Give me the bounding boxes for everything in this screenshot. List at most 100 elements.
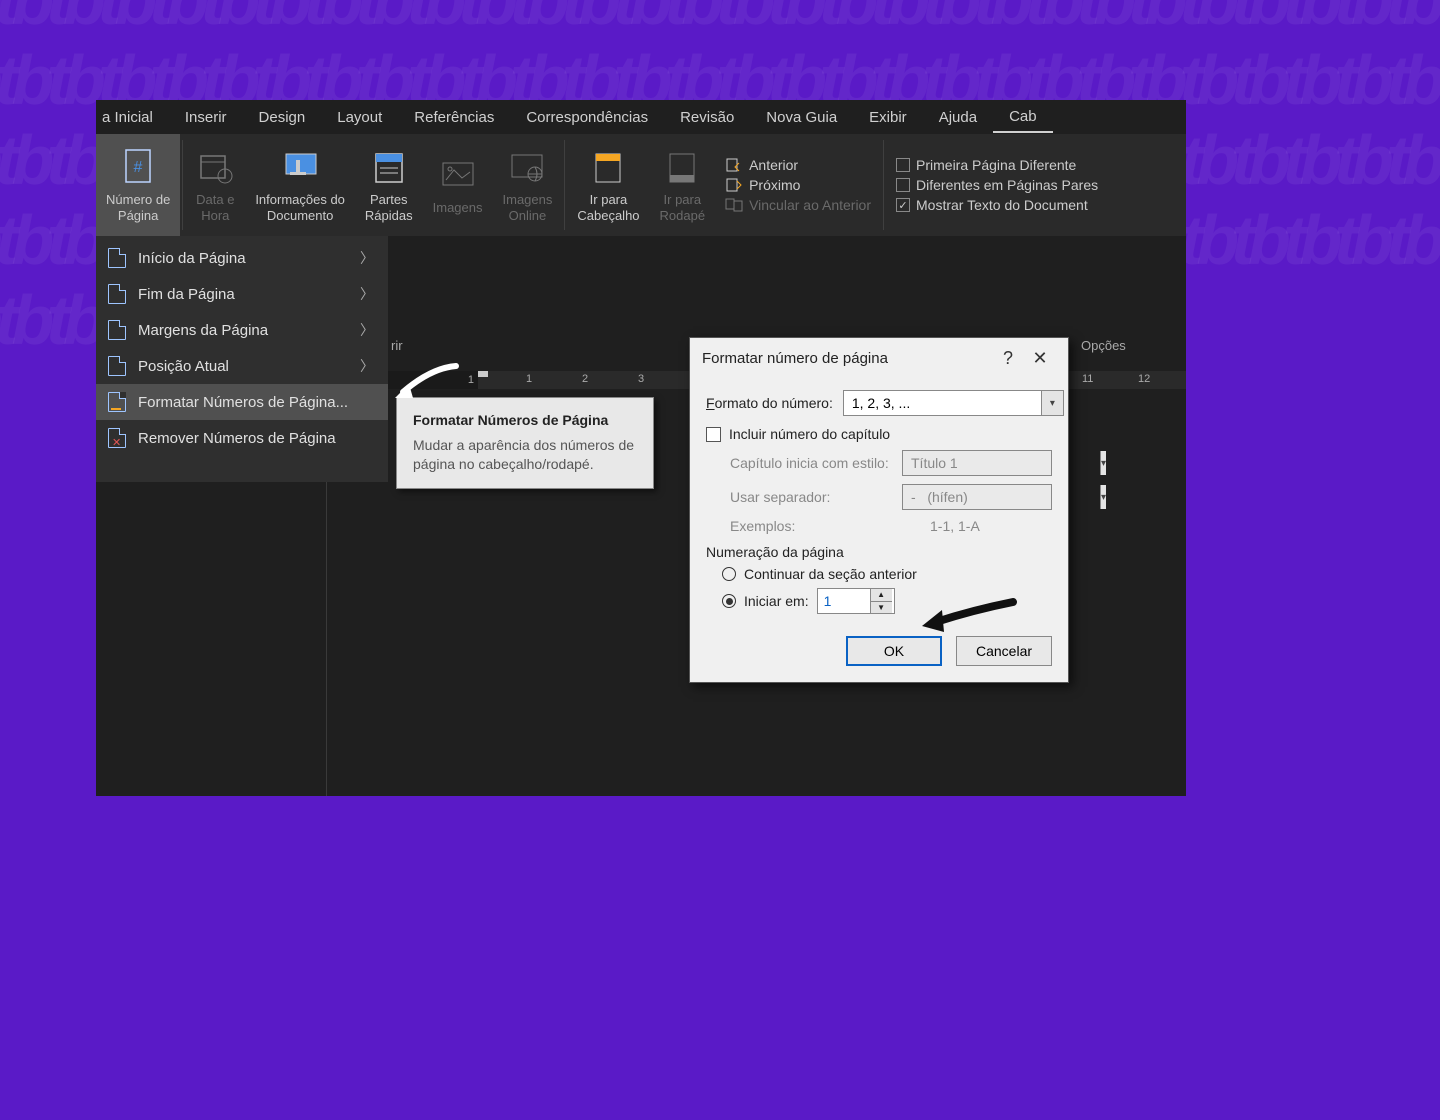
annotation-arrow-black <box>918 592 1018 642</box>
formato-input[interactable] <box>844 395 1041 411</box>
menu-formatar-numeros[interactable]: Formatar Números de Página... <box>96 384 388 420</box>
tab-exibir[interactable]: Exibir <box>853 103 923 132</box>
tab-layout[interactable]: Layout <box>321 103 398 132</box>
menu-posicao-label: Posição Atual <box>138 358 229 375</box>
btn-ir-rodape[interactable]: Ir para Rodapé <box>650 134 716 236</box>
btn-imagens[interactable]: Imagens <box>423 134 493 236</box>
radio-off-icon <box>722 567 736 581</box>
annotation-arrow-white <box>391 358 461 408</box>
incluir-capitulo-checkbox[interactable]: Incluir número do capítulo Incluir númer… <box>706 426 1052 442</box>
tooltip-title: Formatar Números de Página <box>413 412 637 428</box>
menu-margens-pagina[interactable]: Margens da Página 〉 <box>96 312 388 348</box>
menu-remover-label: Remover Números de Página <box>138 430 336 447</box>
tab-ajuda[interactable]: Ajuda <box>923 103 993 132</box>
help-button[interactable]: ? <box>992 348 1024 369</box>
ruler-11: 11 <box>1082 373 1093 385</box>
incluir-label: Incluir número do capítulo <box>729 426 890 442</box>
btn-info-documento-label: Informações do Documento <box>255 192 345 224</box>
menu-inicio-pagina[interactable]: Início da Página 〉 <box>96 240 388 276</box>
btn-vincular[interactable]: Vincular ao Anterior <box>725 197 871 213</box>
radio-continuar[interactable]: Continuar da seção anterior Continuar da… <box>722 566 1052 582</box>
spin-down-icon[interactable]: ▼ <box>871 602 892 614</box>
btn-partes-rapidas-label: Partes Rápidas <box>365 192 413 224</box>
chevron-down-icon[interactable]: ▾ <box>1041 391 1063 415</box>
menu-inicio-label: Início da Página <box>138 250 246 267</box>
chevron-right-icon: 〉 <box>360 284 374 304</box>
chevron-down-icon: ▾ <box>1100 485 1106 509</box>
exemplos-label: Exemplos: <box>730 518 920 534</box>
word-window: a Inicial Inserir Design Layout Referênc… <box>96 100 1186 796</box>
difpares-label: Diferentes em Páginas Pares <box>916 177 1098 193</box>
checkbox-icon <box>896 158 910 172</box>
page-number-dropdown: Início da Página 〉 Fim da Página 〉 Marge… <box>96 236 388 482</box>
capitulo-input <box>903 455 1100 471</box>
tab-referencias[interactable]: Referências <box>398 103 510 132</box>
proximo-label: Próximo <box>749 177 800 193</box>
iniciar-input[interactable] <box>818 589 870 613</box>
page-bottom-icon <box>108 284 126 304</box>
btn-partes-rapidas[interactable]: Partes Rápidas <box>355 134 423 236</box>
formato-combo[interactable]: ▾ <box>843 390 1064 416</box>
tab-design[interactable]: Design <box>243 103 322 132</box>
checkbox-icon <box>896 178 910 192</box>
calendar-clock-icon <box>195 148 235 188</box>
online-pictures-icon <box>507 148 547 188</box>
radio-on-icon <box>722 594 736 608</box>
continuar-label: Continuar da seção anterior <box>744 566 917 582</box>
btn-data-hora[interactable]: Data e Hora <box>185 134 245 236</box>
vincular-label: Vincular ao Anterior <box>749 197 871 213</box>
btn-imagens-label: Imagens <box>433 200 483 216</box>
btn-numero-pagina-label: Número de Página <box>106 192 170 224</box>
chk-diferentes-pares[interactable]: Diferentes em Páginas Pares <box>896 177 1098 193</box>
ruler-indent-marker[interactable] <box>478 371 488 377</box>
tab-inicial[interactable]: a Inicial <box>98 103 169 132</box>
page-top-icon <box>108 248 126 268</box>
btn-numero-pagina[interactable]: # Número de Página <box>96 134 180 236</box>
ruler-1: 1 <box>526 373 532 385</box>
dialog-title: Formatar número de página <box>702 350 992 367</box>
btn-ir-cabecalho-label: Ir para Cabeçalho <box>577 192 639 224</box>
goto-footer-icon <box>662 148 702 188</box>
tab-inserir[interactable]: Inserir <box>169 103 243 132</box>
link-previous-icon <box>725 197 743 213</box>
menu-fim-pagina[interactable]: Fim da Página 〉 <box>96 276 388 312</box>
chevron-right-icon: 〉 <box>360 248 374 268</box>
ribbon: # Número de Página Data e Hora Informaçõ… <box>96 134 1186 236</box>
capitulo-combo: ▾ <box>902 450 1052 476</box>
btn-info-documento[interactable]: Informações do Documento <box>245 134 355 236</box>
anterior-label: Anterior <box>749 157 798 173</box>
capitulo-label: Capítulo inicia com estilo: <box>730 455 892 471</box>
mostrar-label: Mostrar Texto do Document <box>916 197 1088 213</box>
iniciar-spinner[interactable]: ▲ ▼ <box>817 588 895 614</box>
ribbon-tabs: a Inicial Inserir Design Layout Referênc… <box>96 100 1186 134</box>
chk-primeira-diferente[interactable]: Primeira Página Diferente <box>896 157 1098 173</box>
tab-novaguia[interactable]: Nova Guia <box>750 103 853 132</box>
menu-posicao-atual[interactable]: Posição Atual 〉 <box>96 348 388 384</box>
chevron-right-icon: 〉 <box>360 320 374 340</box>
menu-fim-label: Fim da Página <box>138 286 235 303</box>
svg-text:#: # <box>134 159 143 176</box>
tab-correspondencias[interactable]: Correspondências <box>510 103 664 132</box>
btn-imagens-online-label: Imagens Online <box>503 192 553 224</box>
btn-ir-cabecalho[interactable]: Ir para Cabeçalho <box>567 134 649 236</box>
ruler-neg-1: 1 <box>468 374 474 386</box>
spin-up-icon[interactable]: ▲ <box>871 589 892 602</box>
leftover-text: rir <box>391 338 403 353</box>
chk-mostrar-texto[interactable]: ✓ Mostrar Texto do Document <box>896 197 1098 213</box>
menu-remover-numeros[interactable]: Remover Números de Página <box>96 420 388 456</box>
separador-input <box>903 489 1100 505</box>
quick-parts-icon <box>369 148 409 188</box>
remove-numbers-icon <box>108 428 126 448</box>
btn-proximo[interactable]: Próximo <box>725 177 871 193</box>
btn-ir-rodape-label: Ir para Rodapé <box>660 192 706 224</box>
close-button[interactable]: ✕ <box>1024 348 1056 369</box>
menu-formatar-label: Formatar Números de Página... <box>138 394 348 411</box>
btn-imagens-online[interactable]: Imagens Online <box>493 134 563 236</box>
ruler-12: 12 <box>1138 373 1150 385</box>
tab-cabecalho[interactable]: Cab <box>993 102 1053 133</box>
format-numbers-icon <box>108 392 126 412</box>
menu-margens-label: Margens da Página <box>138 322 268 339</box>
dialog-titlebar[interactable]: Formatar número de página ? ✕ <box>690 338 1068 378</box>
tab-revisao[interactable]: Revisão <box>664 103 750 132</box>
btn-anterior[interactable]: Anterior <box>725 157 871 173</box>
